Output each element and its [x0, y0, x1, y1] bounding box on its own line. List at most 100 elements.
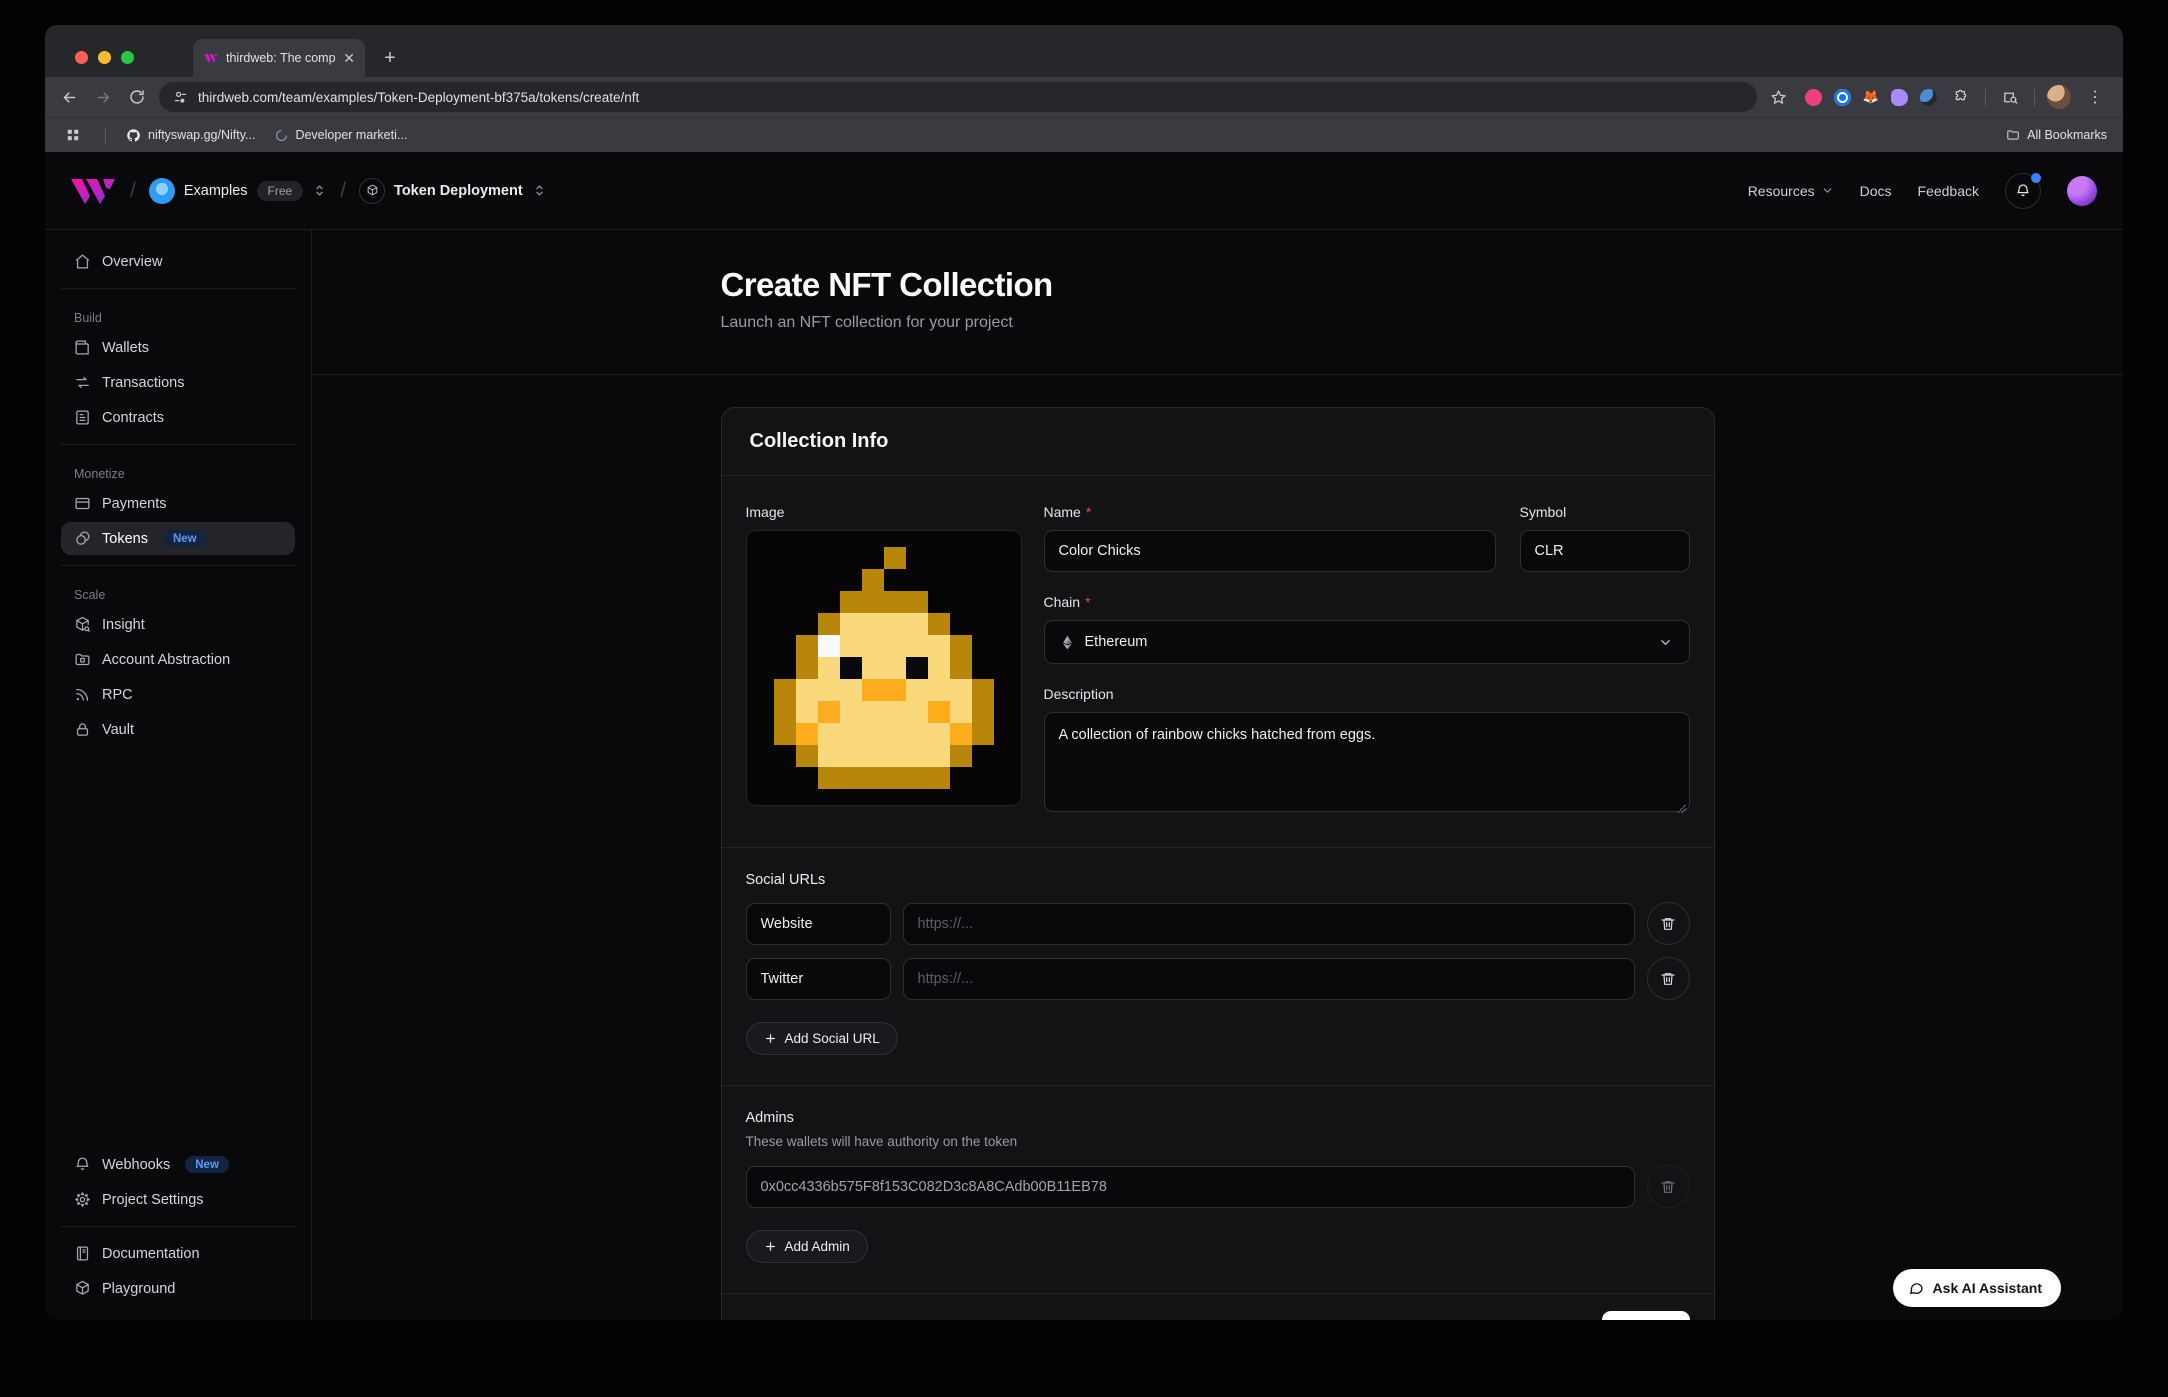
social-platform-input[interactable] — [746, 903, 891, 945]
description-textarea[interactable]: A collection of rainbow chicks hatched f… — [1044, 712, 1690, 812]
sidebar-item-insight[interactable]: Insight — [61, 608, 295, 641]
arrows-exchange-icon — [74, 374, 91, 391]
url-bar[interactable]: thirdweb.com/team/examples/Token-Deploym… — [159, 82, 1757, 112]
delete-social-url-button[interactable] — [1647, 902, 1690, 945]
all-bookmarks-label: All Bookmarks — [2027, 128, 2107, 142]
sidebar-item-wallets[interactable]: Wallets — [61, 331, 295, 364]
trash-icon — [1660, 971, 1676, 987]
page-title: Create NFT Collection — [721, 266, 1715, 304]
breadcrumb-slash: / — [340, 179, 346, 203]
tab-close-icon[interactable]: ✕ — [343, 51, 355, 65]
zoom-window-button[interactable] — [121, 51, 134, 64]
back-icon[interactable] — [57, 85, 81, 109]
bookmark-star-icon[interactable] — [1767, 85, 1791, 109]
chrome-profile-avatar[interactable] — [2047, 85, 2071, 109]
token-icon — [74, 530, 91, 547]
sidebar-item-webhooks[interactable]: Webhooks New — [61, 1148, 295, 1181]
description-wrap: A collection of rainbow chicks hatched f… — [1044, 712, 1690, 817]
sidebar-item-transactions[interactable]: Transactions — [61, 366, 295, 399]
admin-address-input[interactable] — [746, 1166, 1635, 1208]
sidebar-item-payments[interactable]: Payments — [61, 487, 295, 520]
extensions-puzzle-icon[interactable] — [1949, 85, 1973, 109]
symbol-field-group: Symbol — [1520, 504, 1690, 572]
extension-icon-blue[interactable] — [1834, 89, 1851, 106]
extension-icon-pink[interactable] — [1805, 89, 1822, 106]
add-social-url-button[interactable]: Add Social URL — [746, 1022, 898, 1055]
page-subtitle: Launch an NFT collection for your projec… — [721, 314, 1715, 332]
bookmark-item-niftyswap[interactable]: niftyswap.gg/Nifty... — [126, 128, 255, 143]
symbol-input[interactable] — [1520, 530, 1690, 572]
breadcrumb-slash: / — [130, 179, 136, 203]
sidebar-item-label: Project Settings — [102, 1192, 204, 1208]
next-button[interactable]: Next — [1602, 1311, 1689, 1320]
chain-select[interactable]: Ethereum — [1044, 620, 1690, 664]
tab-search-icon[interactable] — [1998, 85, 2022, 109]
team-avatar — [149, 178, 175, 204]
sidebar-item-label: Payments — [102, 496, 166, 512]
team-switcher[interactable]: Examples Free — [149, 178, 327, 204]
sidebar-item-playground[interactable]: Playground — [61, 1272, 295, 1305]
account-avatar[interactable] — [2067, 176, 2097, 206]
name-input[interactable] — [1044, 530, 1496, 572]
sidebar-item-documentation[interactable]: Documentation — [61, 1237, 295, 1270]
social-url-input[interactable] — [903, 903, 1635, 945]
social-url-input[interactable] — [903, 958, 1635, 1000]
docs-link[interactable]: Docs — [1860, 183, 1892, 199]
forward-icon[interactable] — [91, 85, 115, 109]
toolbar-divider — [1985, 89, 1986, 106]
admins-section: Admins These wallets will have authority… — [722, 1085, 1714, 1293]
close-window-button[interactable] — [75, 51, 88, 64]
bookmark-label: niftyswap.gg/Nifty... — [148, 128, 255, 142]
minimize-window-button[interactable] — [98, 51, 111, 64]
new-tab-button[interactable]: + — [377, 45, 403, 71]
feedback-link[interactable]: Feedback — [1918, 183, 1979, 199]
sidebar-item-project-settings[interactable]: Project Settings — [61, 1183, 295, 1216]
add-admin-button[interactable]: Add Admin — [746, 1230, 868, 1263]
project-name: Token Deployment — [394, 183, 523, 199]
browser-tab[interactable]: thirdweb: The complete web3 ✕ — [193, 39, 365, 77]
ethereum-icon — [1061, 635, 1074, 650]
sidebar-item-tokens[interactable]: Tokens New — [61, 522, 295, 555]
admin-row — [746, 1165, 1690, 1208]
social-platform-input[interactable] — [746, 958, 891, 1000]
sidebar-item-label: Vault — [102, 722, 134, 738]
required-asterisk: * — [1086, 504, 1091, 520]
sidebar-spacer — [61, 747, 295, 1147]
ask-ai-assistant-button[interactable]: Ask AI Assistant — [1893, 1269, 2061, 1307]
sidebar-section-build: Build — [74, 311, 282, 325]
extension-icon-clock[interactable] — [1920, 89, 1937, 106]
trash-icon — [1660, 916, 1676, 932]
extension-icon-purple[interactable] — [1891, 89, 1908, 106]
sidebar-item-contracts[interactable]: Contracts — [61, 401, 295, 434]
delete-admin-button[interactable] — [1647, 1165, 1690, 1208]
sidebar-item-rpc[interactable]: RPC — [61, 678, 295, 711]
collection-image-upload[interactable] — [746, 530, 1022, 806]
project-switcher[interactable]: Token Deployment — [359, 178, 547, 204]
all-bookmarks-button[interactable]: All Bookmarks — [2006, 128, 2107, 142]
bell-icon — [2015, 183, 2031, 199]
bookmark-item-developer[interactable]: Developer marketi... — [275, 128, 407, 142]
thirdweb-logo[interactable] — [71, 177, 117, 205]
project-icon — [359, 178, 385, 204]
notifications-button[interactable] — [2005, 173, 2041, 209]
gear-icon — [74, 1191, 91, 1208]
reload-icon[interactable] — [125, 85, 149, 109]
desktop: thirdweb: The complete web3 ✕ + thirdweb… — [0, 0, 2168, 1397]
sidebar-divider — [61, 288, 295, 289]
bookmark-label: Developer marketi... — [295, 128, 407, 142]
sidebar-item-label: Contracts — [102, 410, 164, 426]
chevron-down-icon — [1821, 184, 1834, 197]
delete-social-url-button[interactable] — [1647, 957, 1690, 1000]
resources-menu[interactable]: Resources — [1748, 183, 1834, 199]
chrome-menu-icon[interactable]: ⋮ — [2083, 85, 2107, 109]
sidebar-item-overview[interactable]: Overview — [61, 245, 295, 278]
apps-grid-icon[interactable] — [61, 123, 85, 147]
sidebar-item-account-abstraction[interactable]: Account Abstraction — [61, 643, 295, 676]
collection-info-card: Collection Info Image — [721, 407, 1715, 1320]
sidebar-item-vault[interactable]: Vault — [61, 713, 295, 746]
social-url-row — [746, 902, 1690, 945]
sidebar-section-scale: Scale — [74, 588, 282, 602]
metamask-extension-icon[interactable]: 🦊 — [1863, 89, 1879, 105]
sidebar-item-label: Transactions — [102, 375, 184, 391]
site-info-icon[interactable] — [173, 90, 188, 105]
